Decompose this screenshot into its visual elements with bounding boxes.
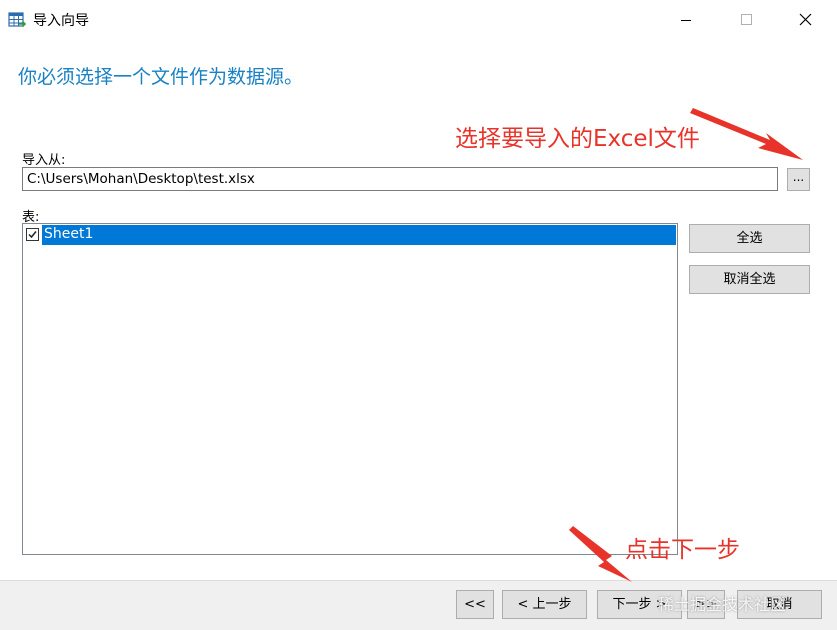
browse-button[interactable]: ... xyxy=(787,168,810,191)
minimize-button[interactable] xyxy=(656,0,716,40)
watermark-text: 稀土掘金技术社区 xyxy=(658,595,787,614)
window-title: 导入向导 xyxy=(33,13,89,29)
maximize-button[interactable] xyxy=(716,0,776,40)
annotation-choose-file: 选择要导入的Excel文件 xyxy=(455,126,700,152)
deselect-all-button[interactable]: 取消全选 xyxy=(689,265,810,294)
select-all-button[interactable]: 全选 xyxy=(689,224,810,253)
close-button[interactable] xyxy=(776,0,836,40)
annotation-arrow-browse xyxy=(690,108,803,160)
title-bar: 导入向导 xyxy=(0,0,837,40)
file-path-input[interactable] xyxy=(22,167,778,191)
list-item-label: Sheet1 xyxy=(44,226,94,242)
annotation-click-next: 点击下一步 xyxy=(625,537,740,563)
list-item-selection: Sheet1 xyxy=(42,225,676,245)
import-wizard-window: 导入向导 你必须选择一个文件作为数据源。 导入从: ... 表: Sheet1 … xyxy=(0,0,837,630)
list-item[interactable]: Sheet1 xyxy=(24,225,676,245)
first-step-button[interactable]: << xyxy=(456,590,494,619)
table-list[interactable]: Sheet1 xyxy=(22,223,678,555)
import-from-label: 导入从: xyxy=(22,153,66,168)
table-import-icon xyxy=(8,11,27,29)
page-heading: 你必须选择一个文件作为数据源。 xyxy=(18,66,304,88)
previous-step-button[interactable]: < 上一步 xyxy=(502,590,587,619)
sheet-checkbox[interactable] xyxy=(26,228,39,241)
